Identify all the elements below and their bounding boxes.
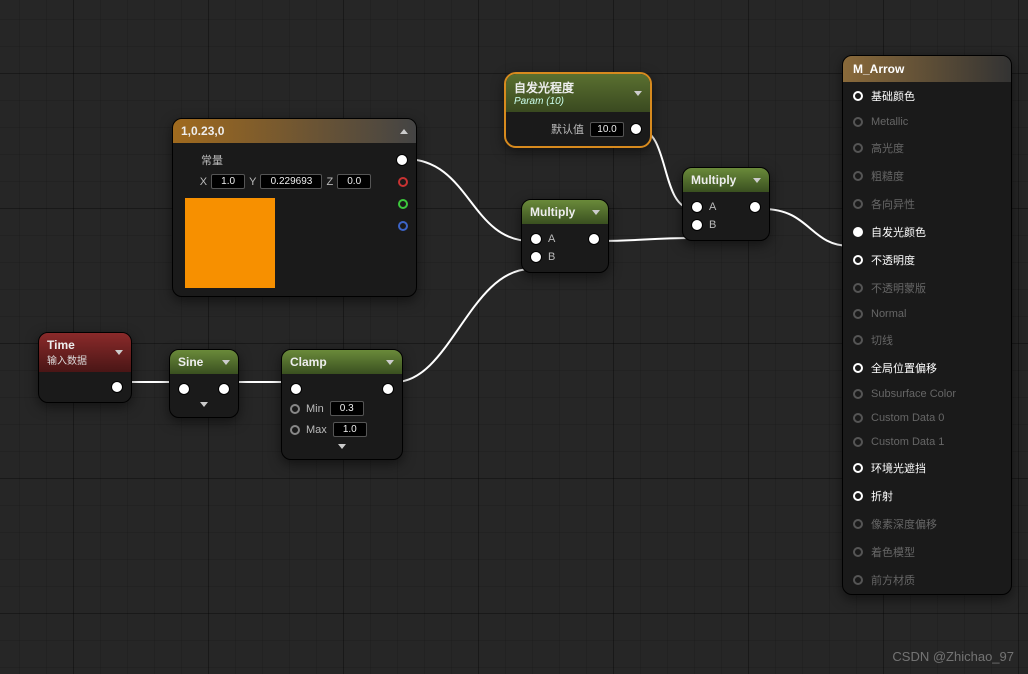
- node-title: 1,0.23,0: [181, 124, 224, 138]
- min-label: Min: [306, 403, 324, 415]
- node-title: Clamp: [290, 355, 327, 369]
- max-pin[interactable]: [290, 425, 300, 435]
- input-pin-a[interactable]: [691, 201, 703, 213]
- node-title: Sine: [178, 355, 203, 369]
- output-pin-不透明度[interactable]: 不透明度: [843, 246, 1011, 274]
- color-swatch[interactable]: [185, 198, 275, 288]
- output-pin-基础颜色[interactable]: 基础颜色: [843, 82, 1011, 110]
- chevron-down-icon[interactable]: [222, 360, 230, 365]
- node-header[interactable]: M_Arrow: [843, 56, 1011, 82]
- watermark: CSDN @Zhichao_97: [892, 649, 1014, 664]
- z-label: Z: [326, 176, 333, 188]
- node-header[interactable]: 自发光程度 Param (10): [506, 74, 650, 112]
- node-title: Time: [47, 338, 87, 352]
- max-label: Max: [306, 424, 327, 436]
- node-subtitle: Param (10): [514, 96, 574, 107]
- chevron-down-icon[interactable]: [592, 210, 600, 215]
- input-pin-b[interactable]: [530, 251, 542, 263]
- b-label: B: [548, 251, 555, 263]
- node-title: Multiply: [691, 173, 736, 187]
- output-pin-b[interactable]: [398, 221, 408, 231]
- sine-node[interactable]: Sine: [169, 349, 239, 418]
- default-label: 默认值: [551, 121, 584, 137]
- min-pin[interactable]: [290, 404, 300, 414]
- output-pin-环境光遮挡[interactable]: 环境光遮挡: [843, 454, 1011, 482]
- node-title: Multiply: [530, 205, 575, 219]
- chevron-down-icon[interactable]: [634, 91, 642, 96]
- input-pin[interactable]: [178, 383, 190, 395]
- chevron-down-icon[interactable]: [753, 178, 761, 183]
- output-pin-Custom Data 0[interactable]: Custom Data 0: [843, 406, 1011, 430]
- output-pin[interactable]: [749, 201, 761, 213]
- node-header[interactable]: Sine: [170, 350, 238, 374]
- y-label: Y: [249, 176, 256, 188]
- node-header[interactable]: Clamp: [282, 350, 402, 374]
- output-pin-粗糙度[interactable]: 粗糙度: [843, 162, 1011, 190]
- output-pin-前方材质[interactable]: 前方材质: [843, 566, 1011, 594]
- output-pin[interactable]: [630, 123, 642, 135]
- max-input[interactable]: [333, 422, 367, 437]
- output-pin[interactable]: [588, 233, 600, 245]
- output-pin-高光度[interactable]: 高光度: [843, 134, 1011, 162]
- output-pin[interactable]: [218, 383, 230, 395]
- output-pin-Custom Data 1[interactable]: Custom Data 1: [843, 430, 1011, 454]
- output-pin-切线[interactable]: 切线: [843, 326, 1011, 354]
- chevron-up-icon[interactable]: [400, 129, 408, 134]
- output-pin-Normal[interactable]: Normal: [843, 302, 1011, 326]
- b-label: B: [709, 219, 716, 231]
- output-pin[interactable]: [382, 383, 394, 395]
- x-input[interactable]: [211, 174, 245, 189]
- node-title: 自发光程度: [514, 79, 574, 96]
- node-header[interactable]: Time 输入数据: [39, 333, 131, 372]
- output-pin-全局位置偏移[interactable]: 全局位置偏移: [843, 354, 1011, 382]
- chevron-down-icon[interactable]: [200, 402, 208, 407]
- node-header[interactable]: 1,0.23,0: [173, 119, 416, 143]
- y-input[interactable]: [260, 174, 322, 189]
- output-pin-Metallic[interactable]: Metallic: [843, 110, 1011, 134]
- time-node[interactable]: Time 输入数据: [38, 332, 132, 403]
- output-pin-r[interactable]: [398, 177, 408, 187]
- output-pin-g[interactable]: [398, 199, 408, 209]
- multiply-node-2[interactable]: Multiply A B: [682, 167, 770, 241]
- output-pin-各向异性[interactable]: 各向异性: [843, 190, 1011, 218]
- output-pin-像素深度偏移[interactable]: 像素深度偏移: [843, 510, 1011, 538]
- node-subtitle: 输入数据: [47, 352, 87, 367]
- node-title: M_Arrow: [853, 62, 904, 76]
- output-pin-自发光颜色[interactable]: 自发光颜色: [843, 218, 1011, 246]
- a-label: A: [709, 201, 716, 213]
- x-label: X: [200, 176, 207, 188]
- multiply-node-1[interactable]: Multiply A B: [521, 199, 609, 273]
- material-output-node[interactable]: M_Arrow 基础颜色Metallic高光度粗糙度各向异性自发光颜色不透明度不…: [842, 55, 1012, 595]
- min-input[interactable]: [330, 401, 364, 416]
- clamp-node[interactable]: Clamp Min Max: [281, 349, 403, 460]
- chevron-down-icon[interactable]: [115, 350, 123, 355]
- input-pin-b[interactable]: [691, 219, 703, 231]
- node-header[interactable]: Multiply: [683, 168, 769, 192]
- output-pin-折射[interactable]: 折射: [843, 482, 1011, 510]
- output-pin-Subsurface Color[interactable]: Subsurface Color: [843, 382, 1011, 406]
- z-input[interactable]: [337, 174, 371, 189]
- chevron-down-icon[interactable]: [338, 444, 346, 449]
- section-label: 常量: [181, 152, 223, 168]
- output-pin[interactable]: [111, 381, 123, 393]
- output-pin-着色模型[interactable]: 着色模型: [843, 538, 1011, 566]
- output-pin-white[interactable]: 常量: [181, 149, 408, 171]
- node-header[interactable]: Multiply: [522, 200, 608, 224]
- default-input[interactable]: [590, 122, 624, 137]
- a-label: A: [548, 233, 555, 245]
- output-pin-不透明蒙版[interactable]: 不透明蒙版: [843, 274, 1011, 302]
- chevron-down-icon[interactable]: [386, 360, 394, 365]
- scalar-param-node[interactable]: 自发光程度 Param (10) 默认值: [504, 72, 652, 148]
- constant-vector-node[interactable]: 1,0.23,0 常量 X Y Z: [172, 118, 417, 297]
- input-pin[interactable]: [290, 383, 302, 395]
- input-pin-a[interactable]: [530, 233, 542, 245]
